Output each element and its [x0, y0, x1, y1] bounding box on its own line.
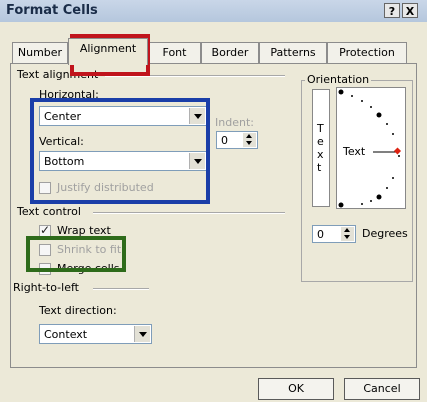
chevron-down-icon[interactable]	[134, 326, 150, 342]
dial-text: Text	[343, 145, 366, 158]
dial-point	[398, 155, 400, 157]
right-to-left-group-label: Right-to-left	[13, 281, 79, 294]
vertical-text-letter: T	[317, 122, 324, 135]
dial-point	[361, 203, 363, 205]
dial-point	[376, 112, 382, 118]
vertical-text-letter: t	[317, 161, 322, 174]
tab-strip: Number Alignment Font Border Patterns Pr…	[10, 38, 415, 65]
orientation-dial[interactable]: Text	[336, 87, 406, 209]
indent-label: Indent:	[215, 116, 254, 129]
degrees-label: Degrees	[362, 227, 408, 240]
dial-point	[376, 194, 382, 200]
ok-button[interactable]: OK	[258, 378, 334, 400]
spin-buttons[interactable]	[243, 133, 256, 147]
tab-border[interactable]: Border	[201, 42, 259, 64]
degrees-value: 0	[317, 228, 324, 241]
tab-protection[interactable]: Protection	[327, 42, 407, 64]
green-highlight-box	[26, 236, 126, 272]
dial-point	[370, 200, 372, 202]
dial-point	[370, 106, 372, 108]
title-bar: Format Cells ? X	[0, 0, 427, 22]
dial-point	[386, 123, 388, 125]
text-direction-value: Context	[44, 328, 88, 341]
indent-spinner[interactable]: 0	[216, 131, 258, 149]
degrees-spinner[interactable]: 0	[312, 225, 356, 243]
text-direction-combo[interactable]: Context	[39, 324, 152, 344]
right-to-left-separator	[93, 288, 149, 290]
orientation-group: T e x t Text 0 Degrees	[301, 80, 413, 282]
dialog-title: Format Cells	[6, 3, 98, 18]
help-button[interactable]: ?	[384, 3, 400, 18]
text-control-separator	[93, 212, 285, 214]
dial-point	[386, 187, 388, 189]
dial-point	[351, 95, 353, 97]
vertical-text-toggle[interactable]: T e x t	[312, 89, 330, 207]
dial-point	[338, 89, 344, 95]
dial-point	[361, 100, 363, 102]
text-control-group-label: Text control	[17, 205, 81, 218]
dial-point	[392, 177, 394, 179]
cancel-button[interactable]: Cancel	[344, 378, 420, 400]
blue-highlight-box	[30, 98, 210, 204]
dial-point	[338, 202, 344, 208]
tab-number[interactable]: Number	[12, 42, 68, 64]
vertical-text-letter: e	[317, 135, 324, 148]
vertical-text-letter: x	[317, 148, 324, 161]
text-direction-label: Text direction:	[39, 304, 117, 317]
spin-buttons[interactable]	[341, 227, 354, 241]
tab-patterns[interactable]: Patterns	[259, 42, 327, 64]
tab-alignment[interactable]: Alignment	[68, 38, 148, 65]
indent-value: 0	[221, 134, 228, 147]
orientation-group-label: Orientation	[305, 73, 372, 86]
tab-font[interactable]: Font	[148, 42, 201, 64]
dial-handle	[393, 147, 402, 155]
dial-point	[392, 133, 394, 135]
close-button[interactable]: X	[402, 3, 418, 18]
format-cells-dialog: Format Cells ? X Number Alignment Font B…	[0, 0, 427, 402]
